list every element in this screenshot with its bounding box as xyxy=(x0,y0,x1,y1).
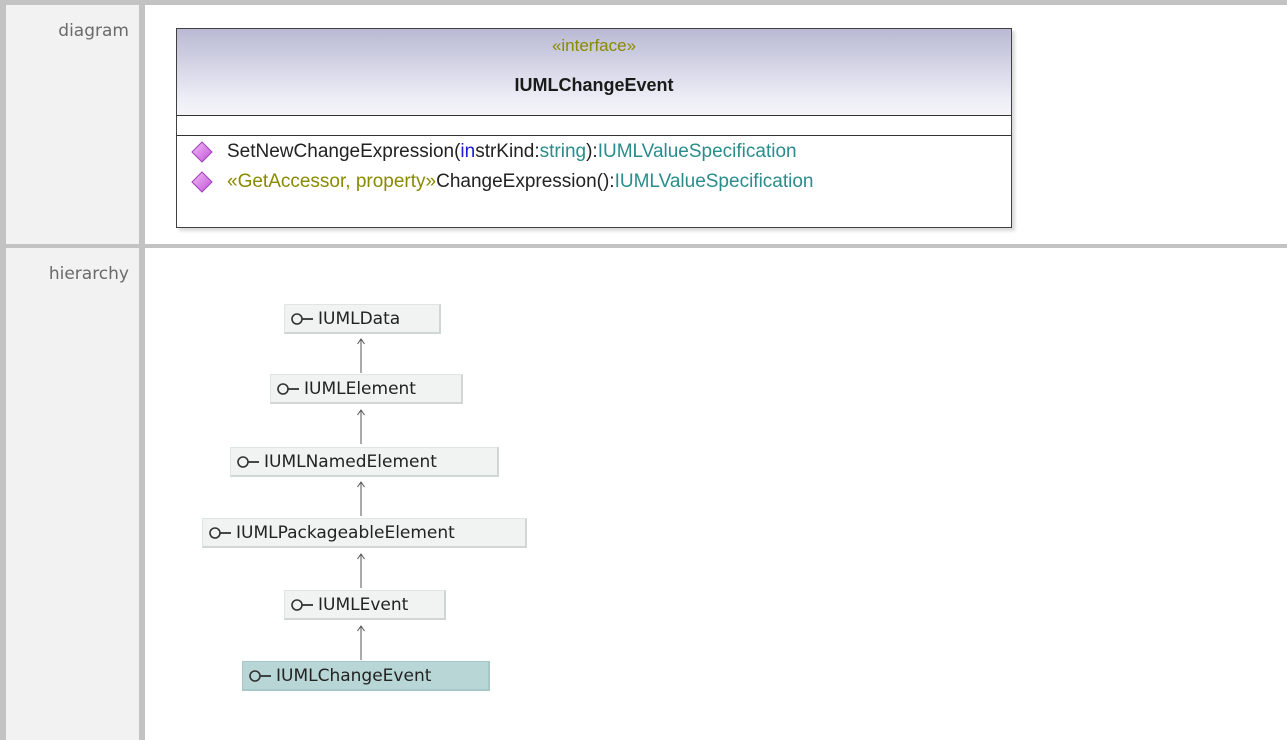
uml-operation: «GetAccessor, property» ChangeExpression… xyxy=(191,167,814,197)
table-border-top xyxy=(0,0,1287,5)
hierarchy-node-iumlpackageableelement[interactable]: IUMLPackageableElement xyxy=(202,518,527,548)
uml-class-name: IUMLChangeEvent xyxy=(514,75,674,95)
parameter-name: strKind: xyxy=(475,141,540,162)
hierarchy-node-iumlelement[interactable]: IUMLElement xyxy=(270,374,463,404)
table-column-divider xyxy=(139,5,145,740)
return-type: IUMLValueSpecification xyxy=(614,171,814,192)
uml-stereotype: «interface» xyxy=(551,36,637,55)
operation-diamond-icon xyxy=(191,171,213,193)
operation-stereotype: «GetAccessor, property» xyxy=(227,171,437,192)
hierarchy-node-label: IUMLEvent xyxy=(318,594,409,615)
operation-name: SetNewChangeExpression( xyxy=(227,141,461,162)
uml-interface-box: «interface» IUMLChangeEvent SetNewChange… xyxy=(176,28,1012,228)
interface-lollipop-icon xyxy=(249,669,271,682)
hierarchy-node-iumlchangeevent[interactable]: IUMLChangeEvent xyxy=(242,661,490,691)
hierarchy-node-label: IUMLNamedElement xyxy=(264,451,437,472)
documentation-table: diagram hierarchy «interface» IUMLChange… xyxy=(0,0,1287,740)
interface-lollipop-icon xyxy=(209,526,231,539)
uml-attributes-compartment xyxy=(177,116,1011,136)
operation-diamond-icon xyxy=(191,141,213,163)
interface-lollipop-icon xyxy=(291,312,313,325)
interface-lollipop-icon xyxy=(237,455,259,468)
parameter-type: string xyxy=(539,141,587,162)
uml-class-header: «interface» IUMLChangeEvent xyxy=(177,29,1011,116)
hierarchy-node-iumldata[interactable]: IUMLData xyxy=(284,304,441,334)
inheritance-arrow-icon xyxy=(357,338,365,373)
row-label-hierarchy: hierarchy xyxy=(6,248,139,740)
inheritance-arrow-icon xyxy=(357,625,365,660)
hierarchy-node-label: IUMLChangeEvent xyxy=(276,665,432,686)
hierarchy-node-iumlevent[interactable]: IUMLEvent xyxy=(284,590,446,620)
inheritance-arrow-icon xyxy=(357,409,365,444)
return-type: IUMLValueSpecification xyxy=(597,141,797,162)
inheritance-arrow-icon xyxy=(357,481,365,516)
hierarchy-node-label: IUMLElement xyxy=(304,378,416,399)
hierarchy-node-iumlnamedelement[interactable]: IUMLNamedElement xyxy=(230,447,499,477)
return-separator: ): xyxy=(586,141,598,162)
table-row-divider xyxy=(0,244,1287,248)
interface-lollipop-icon xyxy=(291,598,313,611)
interface-lollipop-icon xyxy=(277,382,299,395)
hierarchy-node-label: IUMLPackageableElement xyxy=(236,522,455,543)
inheritance-arrow-icon xyxy=(357,553,365,588)
row-label-diagram: diagram xyxy=(6,5,139,244)
operation-name: ChangeExpression(): xyxy=(436,171,615,192)
uml-operation: SetNewChangeExpression(in strKind: string… xyxy=(191,137,797,167)
parameter-direction: in xyxy=(460,141,476,162)
hierarchy-node-label: IUMLData xyxy=(318,308,401,329)
